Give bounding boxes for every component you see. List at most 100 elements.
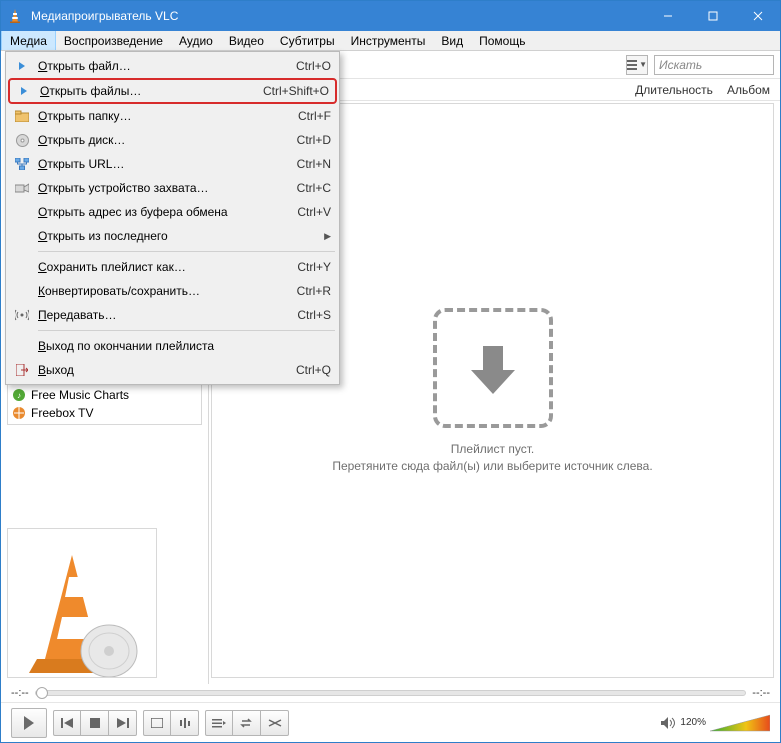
- menu-separator: [38, 251, 335, 252]
- playlist-button[interactable]: [205, 710, 233, 736]
- play-button[interactable]: [11, 708, 47, 738]
- shuffle-icon: [268, 718, 282, 728]
- col-album[interactable]: Альбом: [727, 83, 770, 97]
- menu-help[interactable]: Помощь: [471, 31, 533, 50]
- menu-item[interactable]: ВыходCtrl+Q: [8, 358, 337, 382]
- stop-button[interactable]: [81, 710, 109, 736]
- search-input[interactable]: Искать: [654, 55, 774, 75]
- view-mode-button[interactable]: ▼: [626, 55, 648, 75]
- menu-item-shortcut: Ctrl+C: [287, 181, 331, 195]
- col-duration[interactable]: Длительность: [635, 83, 713, 97]
- stop-icon: [90, 718, 100, 728]
- menu-item-shortcut: Ctrl+S: [287, 308, 331, 322]
- list-view-icon: [627, 60, 637, 70]
- play-icon: [12, 58, 32, 74]
- sidebar-item-label: Free Music Charts: [31, 388, 129, 402]
- blank-icon: [12, 228, 32, 244]
- stream-icon: [12, 307, 32, 323]
- sidebar-item-label: Freebox TV: [31, 406, 93, 420]
- vlc-cone-icon: [7, 8, 23, 24]
- app-window: Медиапроигрыватель VLC Медиа Воспроизвед…: [0, 0, 781, 743]
- menu-tools[interactable]: Инструменты: [343, 31, 434, 50]
- menu-item-label: Конвертировать/сохранить…: [32, 284, 287, 298]
- menu-separator: [38, 330, 335, 331]
- loop-button[interactable]: [233, 710, 261, 736]
- blank-icon: [12, 259, 32, 275]
- menu-item-shortcut: Ctrl+Y: [287, 260, 331, 274]
- volume-slider[interactable]: [710, 713, 770, 733]
- empty-hint: Перетяните сюда файл(ы) или выберите ист…: [332, 459, 652, 473]
- menu-item-label: Открыть URL…: [32, 157, 287, 171]
- speaker-icon[interactable]: [660, 716, 676, 730]
- menu-item[interactable]: Открыть файл…Ctrl+O: [8, 54, 337, 78]
- prev-button[interactable]: [53, 710, 81, 736]
- sidebar-item-freemusic[interactable]: ♪ Free Music Charts: [8, 386, 201, 404]
- menu-item[interactable]: Выход по окончании плейлиста: [8, 334, 337, 358]
- folder-icon: [12, 108, 32, 124]
- equalizer-icon: [179, 718, 191, 728]
- titlebar: Медиапроигрыватель VLC: [1, 1, 780, 31]
- menu-item[interactable]: Открыть диск…Ctrl+D: [8, 128, 337, 152]
- ext-settings-button[interactable]: [171, 710, 199, 736]
- fullscreen-button[interactable]: [143, 710, 171, 736]
- seek-bar: --:-- --:--: [1, 684, 780, 702]
- menu-item-label: Сохранить плейлист как…: [32, 260, 287, 274]
- maximize-button[interactable]: [690, 2, 735, 31]
- exit-icon: [12, 362, 32, 378]
- menu-item-shortcut: Ctrl+F: [288, 109, 331, 123]
- window-title: Медиапроигрыватель VLC: [31, 9, 645, 23]
- sidebar-item-freebox2[interactable]: Freebox TV: [8, 404, 201, 422]
- menu-item[interactable]: Передавать…Ctrl+S: [8, 303, 337, 327]
- capture-icon: [12, 180, 32, 196]
- menu-item-shortcut: Ctrl+V: [287, 205, 331, 219]
- menu-audio[interactable]: Аудио: [171, 31, 221, 50]
- menu-item-label: Выход: [32, 363, 286, 377]
- menu-item[interactable]: Открыть устройство захвата…Ctrl+C: [8, 176, 337, 200]
- menu-item-label: Открыть устройство захвата…: [32, 181, 287, 195]
- menu-playback[interactable]: Воспроизведение: [56, 31, 171, 50]
- menu-item-label: Выход по окончании плейлиста: [32, 339, 321, 353]
- volume-percent: 120%: [680, 717, 706, 728]
- vlc-cone-art-icon: [17, 547, 147, 677]
- globe-icon: [12, 406, 26, 420]
- menu-item-label: Открыть папку…: [32, 109, 288, 123]
- skip-forward-icon: [117, 718, 129, 728]
- seek-thumb[interactable]: [36, 687, 48, 699]
- next-button[interactable]: [109, 710, 137, 736]
- menu-item-label: Открыть диск…: [32, 133, 287, 147]
- menu-item[interactable]: Открыть URL…Ctrl+N: [8, 152, 337, 176]
- menu-item-shortcut: Ctrl+Shift+O: [253, 84, 329, 98]
- blank-icon: [12, 204, 32, 220]
- empty-title: Плейлист пуст.: [451, 442, 534, 456]
- menu-item[interactable]: Открыть папку…Ctrl+F: [8, 104, 337, 128]
- seek-track[interactable]: [35, 690, 747, 696]
- close-button[interactable]: [735, 2, 780, 31]
- album-art: [7, 528, 157, 678]
- menu-video[interactable]: Видео: [221, 31, 272, 50]
- playlist-icon: [212, 718, 226, 728]
- menu-item-shortcut: Ctrl+O: [286, 59, 331, 73]
- menu-item[interactable]: Открыть адрес из буфера обменаCtrl+V: [8, 200, 337, 224]
- submenu-arrow-icon: ▶: [324, 231, 331, 242]
- menu-item-shortcut: Ctrl+R: [287, 284, 331, 298]
- search-placeholder: Искать: [659, 58, 702, 72]
- menu-item[interactable]: Открыть файлы…Ctrl+Shift+O: [8, 78, 337, 104]
- svg-text:♪: ♪: [17, 391, 21, 400]
- menu-item[interactable]: Открыть из последнего▶: [8, 224, 337, 248]
- play-icon: [24, 716, 34, 730]
- menu-subtitles[interactable]: Субтитры: [272, 31, 343, 50]
- menu-item[interactable]: Сохранить плейлист как…Ctrl+Y: [8, 255, 337, 279]
- minimize-button[interactable]: [645, 2, 690, 31]
- blank-icon: [12, 338, 32, 354]
- menu-view[interactable]: Вид: [433, 31, 471, 50]
- menu-item-shortcut: Ctrl+Q: [286, 363, 331, 377]
- menu-item-label: Передавать…: [32, 308, 287, 322]
- menu-item[interactable]: Конвертировать/сохранить…Ctrl+R: [8, 279, 337, 303]
- menu-item-shortcut: Ctrl+D: [287, 133, 331, 147]
- loop-icon: [240, 718, 254, 728]
- shuffle-button[interactable]: [261, 710, 289, 736]
- menu-media[interactable]: Медиа: [1, 31, 56, 50]
- playback-controls: 120%: [1, 702, 780, 742]
- disc-icon: [12, 132, 32, 148]
- media-menu-dropdown: Открыть файл…Ctrl+OОткрыть файлы…Ctrl+Sh…: [5, 51, 340, 385]
